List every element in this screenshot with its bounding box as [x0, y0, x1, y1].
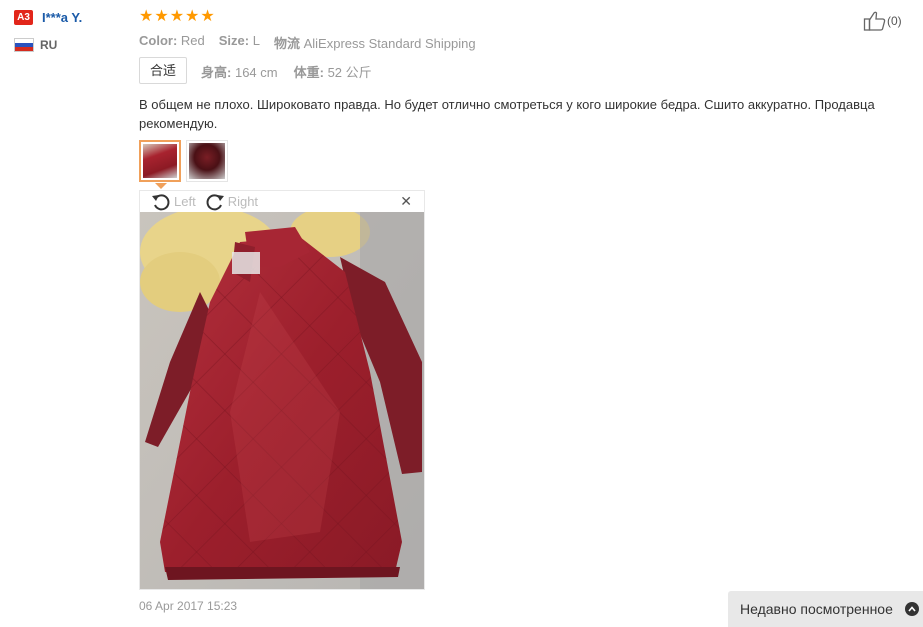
- star-icon: ★: [139, 8, 154, 25]
- review-photo-thumbnail[interactable]: [186, 140, 228, 182]
- country-code: RU: [40, 38, 58, 52]
- review-date: 06 Apr 2017 15:23: [139, 599, 238, 613]
- review-photo-thumbnail[interactable]: [139, 140, 181, 182]
- photo-viewer: Left Right ✕: [139, 190, 425, 590]
- rotate-left-button[interactable]: Left: [150, 191, 196, 213]
- review-photo: [140, 212, 424, 589]
- active-thumbnail-caret: [155, 183, 167, 189]
- body-info: 身高: 164 cm 体重: 52 公斤: [201, 62, 372, 81]
- star-icon: ★: [200, 8, 215, 25]
- attr-color: Color: Red: [139, 33, 205, 48]
- helpful-button[interactable]: (0): [863, 10, 902, 32]
- star-icon: ★: [154, 8, 169, 25]
- rating-stars: ★ ★ ★ ★ ★: [139, 7, 215, 27]
- reviewer-info: A3 I***a Y.: [14, 10, 82, 25]
- reviewer-country: RU: [14, 38, 57, 52]
- rotate-right-button[interactable]: Right: [204, 191, 258, 213]
- recently-viewed-button[interactable]: Недавно посмотренное: [728, 591, 923, 627]
- thumbs-up-icon: [863, 11, 886, 31]
- helpful-count: (0): [887, 14, 902, 28]
- attr-size: Size: L: [218, 33, 260, 48]
- russia-flag-icon: [14, 38, 34, 52]
- viewer-toolbar: Left Right ✕: [140, 191, 424, 212]
- star-icon: ★: [169, 8, 185, 25]
- recently-viewed-label: Недавно посмотренное: [740, 601, 893, 617]
- body-weight: 体重: 52 公斤: [293, 65, 372, 80]
- order-attributes: Color: Red Size: L 物流 AliExpress Standar…: [139, 33, 476, 52]
- review-text: В общем не плохо. Широковато правда. Но …: [139, 97, 875, 131]
- body-height: 身高: 164 cm: [201, 65, 278, 80]
- rotate-left-icon: [152, 193, 170, 210]
- chevron-up-icon: [904, 602, 919, 616]
- close-icon[interactable]: ✕: [400, 194, 412, 208]
- member-level-badge: A3: [14, 10, 33, 25]
- reviewer-name: I***a Y.: [42, 10, 83, 25]
- star-icon: ★: [185, 8, 200, 25]
- rotate-right-icon: [206, 193, 224, 210]
- fit-badge: 合适: [139, 57, 187, 84]
- attr-shipping: 物流 AliExpress Standard Shipping: [273, 36, 476, 51]
